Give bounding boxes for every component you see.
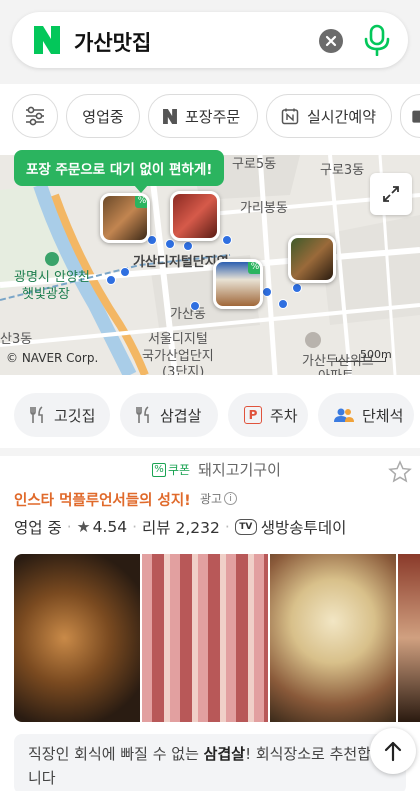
map-label-guro5: 구로5동 (232, 157, 277, 172)
scroll-to-top-button[interactable] (370, 728, 416, 774)
category-meat-restaurant[interactable]: 고깃집 (14, 393, 110, 437)
map-scale-bar (336, 357, 386, 362)
map-place-thumbnail[interactable]: % (100, 193, 150, 243)
map-label-gasandong: 가산동 (170, 307, 206, 322)
map-place-dot[interactable] (190, 301, 200, 311)
parking-icon-letter: P (244, 406, 262, 424)
map-place-thumbnail[interactable]: % (213, 259, 263, 309)
ad-label: 광고 (200, 492, 223, 506)
category-parking[interactable]: P 주차 (228, 393, 308, 437)
filter-takeout-order[interactable]: 포장주문 (148, 94, 258, 138)
rating-star-icon: ★ (76, 518, 91, 536)
map-place-dot[interactable] (165, 239, 175, 249)
microphone-icon[interactable] (362, 24, 392, 56)
review-count[interactable]: 리뷰 2,232 (142, 516, 220, 538)
tv-icon: TV (234, 519, 257, 535)
category-label: 고깃집 (54, 406, 96, 425)
rating-value: 4.54 (92, 518, 128, 536)
map-label-san3: 산3동 (0, 332, 33, 347)
arrow-up-icon (384, 741, 402, 762)
tv-show: 생방송투데이 (260, 519, 347, 537)
group-icon (334, 407, 354, 423)
place-photo[interactable] (142, 554, 268, 722)
place-meta: 영업 중 · ★ 4.54 · 리뷰 2,232 · TV 생방송투데이 (14, 516, 347, 538)
filter-label: 실시간예약 (307, 107, 377, 126)
section-divider (0, 448, 420, 456)
takeout-tooltip: 포장 주문으로 대기 없이 편하게! (14, 150, 225, 193)
category-label: 단체석 (362, 406, 404, 425)
category-pork-belly[interactable]: 삼겹살 (120, 393, 218, 437)
search-box[interactable]: 가산맛집 (12, 12, 408, 68)
filter-more[interactable] (400, 94, 420, 138)
category-group-seating[interactable]: 단체석 (318, 393, 414, 437)
favorite-star-icon[interactable] (388, 460, 412, 484)
calendar-n-icon (281, 107, 299, 125)
filter-label: 포장주문 (185, 107, 241, 126)
map-place-dot[interactable] (292, 283, 302, 293)
filter-label: 영업중 (82, 107, 124, 126)
description-highlight: 삼겹살 (203, 745, 246, 763)
place-category: 돼지고기구이 (198, 461, 281, 479)
discount-badge: % (135, 196, 147, 208)
place-photos[interactable] (14, 554, 420, 722)
map-place-dot[interactable] (120, 267, 130, 277)
place-photo[interactable] (398, 554, 420, 722)
expand-map-button[interactable] (370, 173, 412, 215)
business-status: 영업 중 (14, 519, 62, 537)
fork-knife-icon (136, 406, 152, 424)
filter-settings-button[interactable] (12, 94, 58, 138)
category-label: 주차 (270, 406, 298, 425)
place-description-box: 직장인 회식에 빠질 수 없는 삼겹살! 회식장소로 추천합니다 (14, 734, 406, 791)
naver-logo-icon[interactable] (34, 26, 60, 54)
map-label-garibong: 가리봉동 (240, 201, 288, 216)
description-text: 직장인 회식에 빠질 수 없는 (28, 745, 204, 763)
category-label: 삼겹살 (160, 406, 202, 425)
category-chips: 고깃집 삼겹살 P 주차 단체석 (0, 393, 420, 437)
map-credit: © NAVER Corp. (6, 351, 99, 365)
filter-realtime-booking[interactable]: 실시간예약 (266, 94, 392, 138)
place-photo[interactable] (270, 554, 396, 722)
map-label-guro3: 구로3동 (320, 163, 365, 178)
map-place-dot[interactable] (183, 241, 193, 251)
parking-icon: P (244, 406, 262, 424)
expand-icon (383, 186, 399, 202)
sliders-icon (26, 106, 44, 126)
coupon-badge: % 쿠폰 (152, 461, 190, 478)
search-header: 가산맛집 (0, 0, 420, 84)
coupon-label: 쿠폰 (168, 463, 191, 477)
map-label-apt-2: 아파트 (318, 365, 354, 375)
filter-open-now[interactable]: 영업중 (66, 94, 140, 138)
map-place-dot[interactable] (262, 287, 272, 297)
discount-badge: % (248, 262, 260, 274)
place-category-line: % 쿠폰 돼지고기구이 (152, 459, 281, 480)
naver-n-icon (163, 108, 177, 124)
search-query[interactable]: 가산맛집 (74, 27, 151, 57)
clear-search-icon[interactable] (319, 29, 343, 53)
map-view[interactable]: 구로5동 구로3동 가리봉동 가산디지털단지역 광명시 안양천 햇빛광장 가산동… (0, 155, 420, 375)
fork-knife-icon (30, 406, 46, 424)
info-icon: i (224, 492, 238, 505)
place-photo[interactable] (14, 554, 140, 722)
map-place-dot[interactable] (278, 299, 288, 309)
ad-tag[interactable]: 광고 i (200, 490, 238, 507)
filter-chips: 영업중 포장주문 실시간예약 (0, 92, 420, 140)
place-promo[interactable]: 인스타 먹플루언서들의 성지! (14, 489, 191, 510)
place-listing[interactable]: % 쿠폰 돼지고기구이 인스타 먹플루언서들의 성지! 광고 i 영업 중 · … (0, 456, 420, 791)
map-label-haetbit: 햇빛광장 (22, 287, 70, 302)
map-place-dot[interactable] (222, 235, 232, 245)
coupon-icon: % (152, 462, 166, 477)
calendar-icon (411, 107, 420, 125)
map-place-thumbnail[interactable] (170, 191, 220, 241)
map-place-thumbnail[interactable] (288, 235, 336, 283)
map-place-dot[interactable] (106, 275, 116, 285)
map-label-seoul-digital-3: (3단지) (162, 365, 205, 375)
place-description: 직장인 회식에 빠질 수 없는 삼겹살! 회식장소로 추천합니다 (28, 742, 378, 790)
